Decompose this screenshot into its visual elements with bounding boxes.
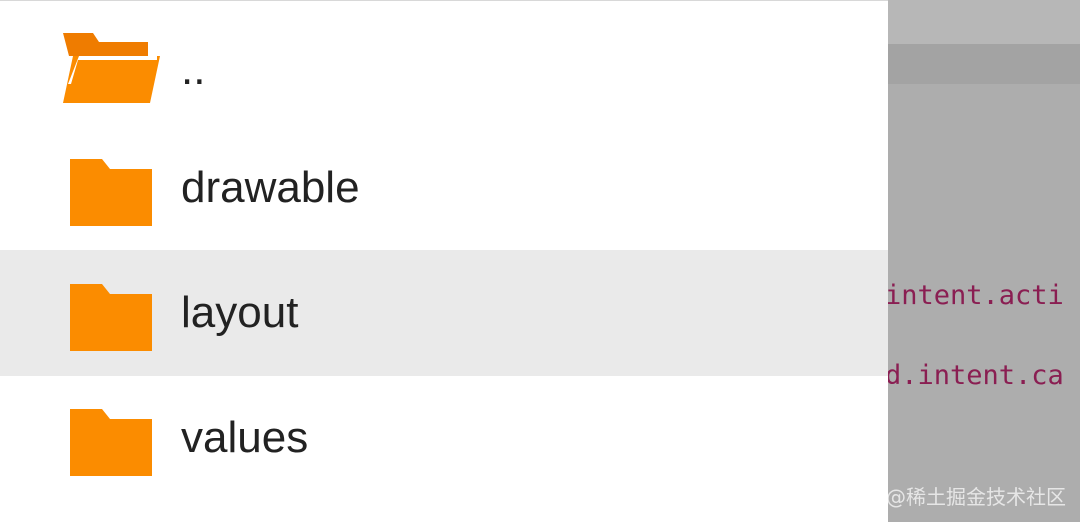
folder-icon — [70, 409, 152, 476]
file-item-label: values — [181, 413, 309, 462]
background-toolbar — [888, 0, 1080, 44]
background-app: intent.acti d.intent.ca @稀土掘金技术社区 — [888, 0, 1080, 522]
file-item-values[interactable]: values — [0, 375, 888, 501]
background-tab-bar — [888, 44, 1080, 84]
watermark: @稀土掘金技术社区 — [888, 485, 1066, 509]
background-code-line: intent.acti — [888, 280, 1064, 311]
file-item-drawable[interactable]: drawable — [0, 125, 888, 251]
background-code-line: d.intent.ca — [888, 360, 1064, 391]
file-item-parent-directory[interactable]: .. — [0, 5, 888, 131]
file-item-label: layout — [181, 288, 299, 337]
folder-icon — [70, 284, 152, 351]
folder-icon — [70, 159, 152, 226]
file-item-layout[interactable]: layout — [0, 250, 888, 376]
folder-open-icon — [63, 33, 160, 103]
file-item-label: drawable — [181, 163, 360, 212]
file-picker-drawer: .. drawable layout values — [0, 0, 888, 522]
file-item-label: .. — [181, 45, 206, 94]
